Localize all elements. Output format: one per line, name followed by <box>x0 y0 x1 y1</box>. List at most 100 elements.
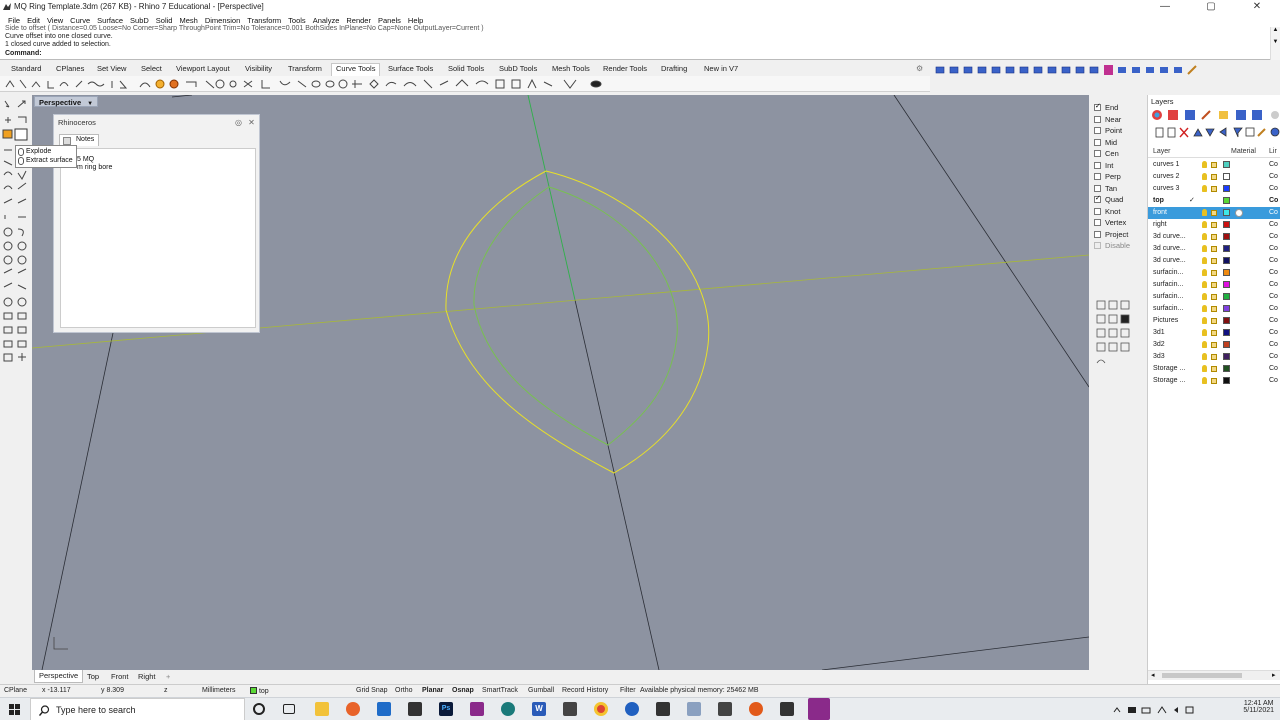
layer-color-swatch[interactable] <box>1223 365 1230 372</box>
lightbulb-icon[interactable] <box>1202 329 1207 336</box>
osnap-checkbox[interactable] <box>1094 173 1101 180</box>
lock-icon[interactable] <box>1211 258 1217 264</box>
lock-icon[interactable] <box>1211 366 1217 372</box>
lightbulb-icon[interactable] <box>1202 185 1207 192</box>
osnap-cen[interactable]: Cen <box>1094 148 1119 159</box>
snap-tool-icons[interactable] <box>1095 299 1135 369</box>
osnap-knot[interactable]: Knot <box>1094 206 1120 217</box>
lock-icon[interactable] <box>1211 330 1217 336</box>
layer-linetype[interactable]: Co <box>1269 161 1278 168</box>
command-prompt[interactable]: Command: <box>5 50 42 57</box>
layer-color-swatch[interactable] <box>1223 257 1230 264</box>
lock-icon[interactable] <box>1211 354 1217 360</box>
lock-icon[interactable] <box>1211 234 1217 240</box>
tab-set-view[interactable]: Set View <box>97 64 126 73</box>
tab-standard[interactable]: Standard <box>11 64 41 73</box>
lightbulb-icon[interactable] <box>1202 365 1207 372</box>
osnap-disable[interactable]: Disable <box>1094 240 1130 251</box>
layer-linetype[interactable]: Co <box>1269 173 1278 180</box>
layer-row[interactable]: surfacin... Co <box>1148 267 1280 279</box>
layer-row[interactable]: front Co <box>1148 207 1280 219</box>
layer-row[interactable]: top ✓ Co <box>1148 195 1280 207</box>
firefox-icon[interactable] <box>346 702 360 716</box>
units-label[interactable]: Millimeters <box>202 687 235 694</box>
lightbulb-icon[interactable] <box>1202 245 1207 252</box>
osnap-checkbox[interactable] <box>1094 127 1101 134</box>
osnap-point[interactable]: Point <box>1094 125 1122 136</box>
minimize-button[interactable]: — <box>1142 0 1188 14</box>
app-orange-icon[interactable] <box>749 702 763 716</box>
lock-icon[interactable] <box>1211 294 1217 300</box>
lightbulb-icon[interactable] <box>1202 209 1207 216</box>
layer-color-swatch[interactable] <box>1223 209 1230 216</box>
layer-color-swatch[interactable] <box>1223 305 1230 312</box>
lock-icon[interactable] <box>1211 318 1217 324</box>
column-layer[interactable]: Layer <box>1153 148 1171 155</box>
layer-row[interactable]: surfacin... Co <box>1148 291 1280 303</box>
osnap-checkbox[interactable] <box>1094 161 1101 169</box>
osnap-checkbox[interactable] <box>1094 115 1101 123</box>
app-blue-icon[interactable] <box>625 702 639 716</box>
layer-row[interactable]: 3d2 Co <box>1148 339 1280 351</box>
layer-color-swatch[interactable] <box>1223 161 1230 168</box>
tab-subd-tools[interactable]: SubD Tools <box>499 64 537 73</box>
layer-color-swatch[interactable] <box>1223 173 1230 180</box>
osnap-quad[interactable]: Quad <box>1094 194 1123 205</box>
layers-toolbar[interactable] <box>1150 108 1280 146</box>
panel-options-icon[interactable]: ◎ <box>234 118 243 127</box>
osnap-checkbox[interactable] <box>1094 194 1101 203</box>
layer-row[interactable]: Storage ... Co <box>1148 375 1280 387</box>
lightbulb-icon[interactable] <box>1202 233 1207 240</box>
osnap-int[interactable]: Int <box>1094 160 1113 171</box>
layer-color-swatch[interactable] <box>1223 293 1230 300</box>
osnap-checkbox[interactable] <box>1094 242 1101 249</box>
layer-color-swatch[interactable] <box>1223 269 1230 276</box>
layer-color-swatch[interactable] <box>1223 341 1230 348</box>
layer-linetype[interactable]: Co <box>1269 305 1278 312</box>
rhino-window-icon[interactable] <box>780 702 794 716</box>
layer-row[interactable]: curves 1 Co <box>1148 159 1280 171</box>
layer-row[interactable]: surfacin... Co <box>1148 279 1280 291</box>
lightbulb-icon[interactable] <box>1202 257 1207 264</box>
layer-linetype[interactable]: Co <box>1269 245 1278 252</box>
column-linetype[interactable]: Lir <box>1269 148 1277 155</box>
lock-icon[interactable] <box>1211 162 1217 168</box>
tab-drafting[interactable]: Drafting <box>661 64 687 73</box>
layer-row[interactable]: Pictures Co <box>1148 315 1280 327</box>
osnap-project[interactable]: Project <box>1094 229 1128 240</box>
cortana-icon[interactable] <box>253 703 265 715</box>
chrome-icon[interactable] <box>594 702 608 716</box>
ortho-toggle[interactable]: Ortho <box>395 687 413 694</box>
tab-transform[interactable]: Transform <box>288 64 322 73</box>
gear-icon[interactable]: ⚙ <box>916 64 923 73</box>
osnap-mid[interactable]: Mid <box>1094 137 1117 148</box>
history-scrollbar[interactable]: ▲ ▼ <box>1270 27 1280 60</box>
right-toolbar-icons[interactable] <box>930 62 1280 78</box>
osnap-checkbox[interactable] <box>1094 219 1101 226</box>
osnap-checkbox[interactable] <box>1094 150 1101 157</box>
curve-tool-icons[interactable] <box>0 76 610 92</box>
layer-color-swatch[interactable] <box>1223 221 1230 228</box>
scroll-thumb[interactable] <box>1162 673 1242 678</box>
layers-horizontal-scrollbar[interactable]: ◂ ▸ <box>1148 670 1280 680</box>
osnap-vertex[interactable]: Vertex <box>1094 217 1126 228</box>
layer-row[interactable]: Storage ... Co <box>1148 363 1280 375</box>
mail-icon[interactable] <box>377 702 391 716</box>
lightbulb-icon[interactable] <box>1202 353 1207 360</box>
tab-cplanes[interactable]: CPlanes <box>56 64 84 73</box>
layer-linetype[interactable]: Co <box>1269 269 1278 276</box>
maximize-button[interactable]: ▢ <box>1188 0 1234 14</box>
app-rhino-icon[interactable] <box>718 702 732 716</box>
rhino-alt-icon[interactable] <box>656 702 670 716</box>
osnap-checkbox[interactable] <box>1094 102 1101 111</box>
lightbulb-icon[interactable] <box>1202 173 1207 180</box>
layer-color-swatch[interactable] <box>1223 245 1230 252</box>
layer-row[interactable]: right Co <box>1148 219 1280 231</box>
layer-linetype[interactable]: Co <box>1269 365 1278 372</box>
planar-toggle[interactable]: Planar <box>422 687 443 694</box>
layer-color-swatch[interactable] <box>1223 377 1230 384</box>
layer-linetype[interactable]: Co <box>1269 317 1278 324</box>
osnap-toggle[interactable]: Osnap <box>452 687 474 694</box>
app-dark-icon[interactable] <box>563 702 577 716</box>
current-layer[interactable]: top <box>250 687 269 695</box>
